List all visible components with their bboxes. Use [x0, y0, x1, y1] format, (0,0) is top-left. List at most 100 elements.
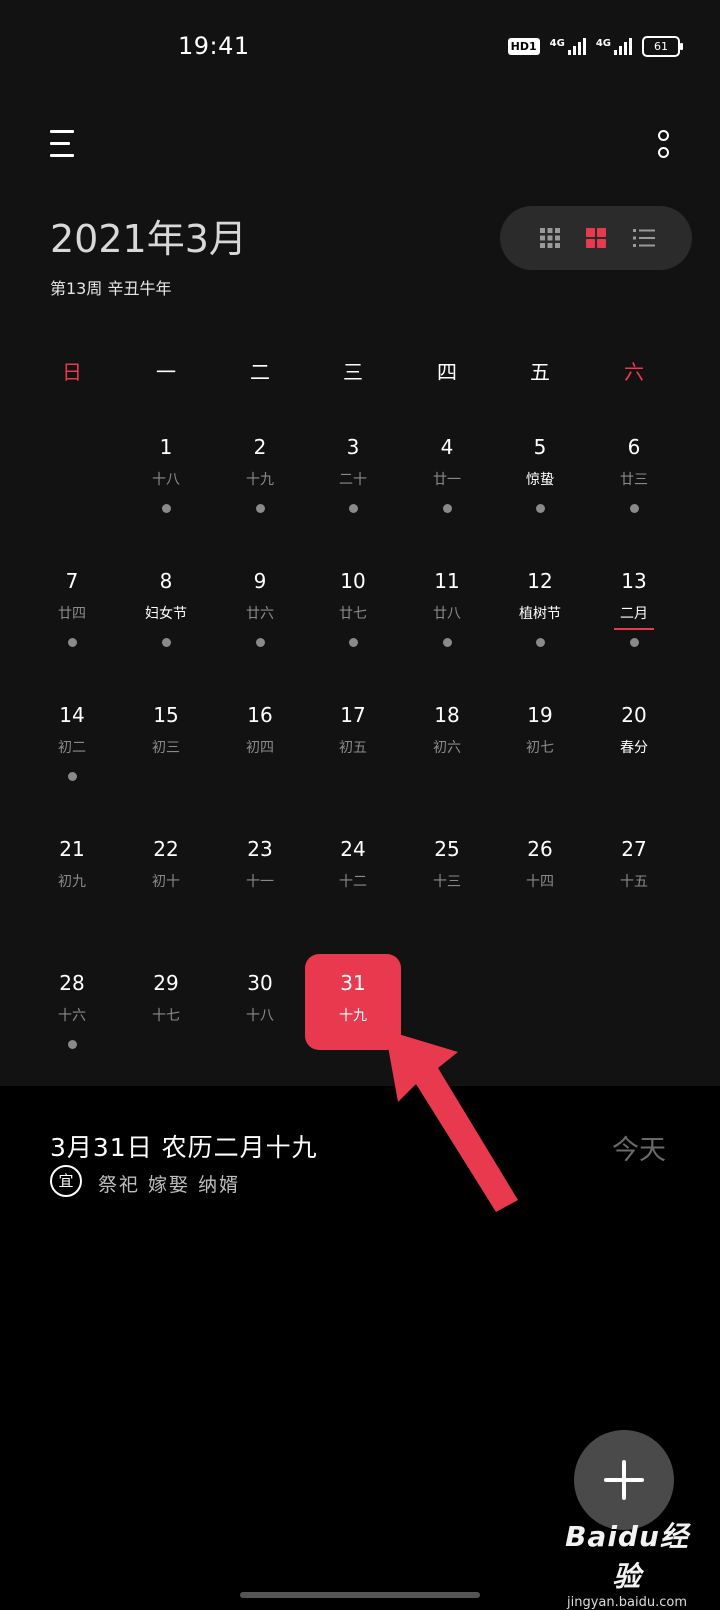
calendar-day[interactable]: 10 廿七	[313, 568, 393, 647]
calendar-day[interactable]: 7 廿四	[32, 568, 112, 647]
calendar-day[interactable]: 21 初九	[32, 836, 112, 892]
calendar-day[interactable]: 5 惊蛰	[500, 434, 580, 513]
day-number: 15	[153, 703, 179, 727]
calendar-day[interactable]: 29 十七	[126, 970, 206, 1026]
calendar-day[interactable]: 4 廿一	[407, 434, 487, 513]
calendar-day[interactable]: 6 廿三	[594, 434, 674, 513]
day-number: 5	[533, 435, 547, 459]
day-number: 18	[434, 703, 460, 727]
day-number: 12	[527, 569, 553, 593]
status-clock: 19:41	[178, 32, 250, 60]
home-indicator[interactable]	[240, 1592, 480, 1598]
lunar-label: 廿一	[433, 472, 461, 488]
calendar-day[interactable]: 28 十六	[32, 970, 112, 1049]
signal-2-icon: 4G	[596, 38, 632, 55]
day-number: 13	[621, 569, 647, 593]
day-number: 8	[159, 569, 173, 593]
event-dot-icon	[442, 638, 452, 647]
calendar-day[interactable]: 12 植树节	[500, 568, 580, 647]
day-number: 30	[247, 971, 273, 995]
event-dot-icon	[67, 1040, 77, 1049]
calendar-day[interactable]: 22 初十	[126, 836, 206, 892]
lunar-label: 十七	[152, 1008, 180, 1024]
day-number: 2	[253, 435, 267, 459]
status-icons: HD1 4G 4G 61	[507, 36, 683, 57]
yi-activities: 祭祀 嫁娶 纳婿	[98, 1174, 241, 1196]
list-icon[interactable]	[628, 222, 660, 254]
hd-voice-icon: HD1	[507, 38, 540, 55]
lunar-label: 初九	[58, 874, 86, 890]
weekday-label: 二	[250, 360, 270, 384]
calendar-day[interactable]: 25 十三	[407, 836, 487, 892]
network-type-1: 4G	[549, 38, 565, 49]
calendar-day[interactable]: 24 十二	[313, 836, 393, 892]
calendar-day[interactable]: 17 初五	[313, 702, 393, 758]
event-dot-icon	[442, 504, 452, 513]
event-dot-icon	[67, 638, 77, 647]
network-type-2: 4G	[595, 38, 611, 49]
day-number: 22	[153, 837, 179, 861]
calendar-day[interactable]: 8 妇女节	[126, 568, 206, 647]
calendar-day[interactable]: 2 十九	[220, 434, 300, 513]
day-number: 4	[440, 435, 454, 459]
lunar-label: 十四	[526, 874, 554, 890]
day-number: 11	[434, 569, 460, 593]
event-dot-icon	[161, 638, 171, 647]
event-dot-icon	[255, 638, 265, 647]
lunar-label: 廿六	[246, 606, 274, 622]
calendar-day[interactable]: 27 十五	[594, 836, 674, 892]
weekday-label: 四	[437, 360, 457, 384]
calendar-day[interactable]: 18 初六	[407, 702, 487, 758]
day-number: 24	[340, 837, 366, 861]
calendar-day[interactable]: 13 二月	[594, 568, 674, 647]
calendar-day[interactable]: 3 二十	[313, 434, 393, 513]
lunar-label: 廿八	[433, 606, 461, 622]
lunar-label: 二十	[339, 472, 367, 488]
lunar-label: 妇女节	[145, 606, 187, 622]
lunar-label: 二月	[620, 606, 648, 622]
day-number: 1	[159, 435, 173, 459]
lunar-label: 十九	[339, 1008, 367, 1024]
day-number: 29	[153, 971, 179, 995]
month-grid-9-icon[interactable]	[534, 222, 566, 254]
calendar-day[interactable]: 1 十八	[126, 434, 206, 513]
lunar-label: 初二	[58, 740, 86, 756]
lunar-label: 十三	[433, 874, 461, 890]
day-number: 25	[434, 837, 460, 861]
calendar-day[interactable]: 23 十一	[220, 836, 300, 892]
day-number: 6	[627, 435, 641, 459]
calendar-day[interactable]: 30 十八	[220, 970, 300, 1026]
day-number: 27	[621, 837, 647, 861]
event-dot-icon	[255, 504, 265, 513]
month-grid-4-icon[interactable]	[580, 222, 612, 254]
lunar-label: 廿七	[339, 606, 367, 622]
month-title[interactable]: 2021年3月	[50, 208, 247, 263]
more-options-icon[interactable]	[656, 130, 670, 160]
calendar-day[interactable]: 9 廿六	[220, 568, 300, 647]
event-dot-icon	[535, 638, 545, 647]
lunar-label: 初七	[526, 740, 554, 756]
view-switcher	[500, 206, 692, 270]
lunar-label: 十二	[339, 874, 367, 890]
day-number: 10	[340, 569, 366, 593]
calendar-day[interactable]: 15 初三	[126, 702, 206, 758]
day-number: 21	[59, 837, 85, 861]
calendar-day[interactable]: 14 初二	[32, 702, 112, 781]
calendar-day[interactable]: 11 廿八	[407, 568, 487, 647]
hamburger-menu-icon[interactable]	[50, 130, 74, 158]
calendar-day[interactable]: 26 十四	[500, 836, 580, 892]
calendar-day[interactable]: 16 初四	[220, 702, 300, 758]
weekday-label: 日	[62, 360, 82, 384]
today-button[interactable]: 今天	[612, 1128, 666, 1167]
watermark-url: jingyan.baidu.com	[567, 1595, 687, 1610]
baidu-watermark: Baidu经验 jingyan.baidu.com	[552, 1515, 702, 1610]
battery-icon: 61	[642, 36, 683, 57]
lunar-label: 初五	[339, 740, 367, 756]
lunar-label: 十九	[246, 472, 274, 488]
status-bar: 19:41 HD1 4G 4G 61	[0, 0, 720, 96]
calendar-day[interactable]: 19 初七	[500, 702, 580, 758]
calendar-day[interactable]: 20 春分	[594, 702, 674, 758]
event-dot-icon	[161, 504, 171, 513]
day-number: 31	[340, 971, 366, 995]
lunar-label: 初十	[152, 874, 180, 890]
